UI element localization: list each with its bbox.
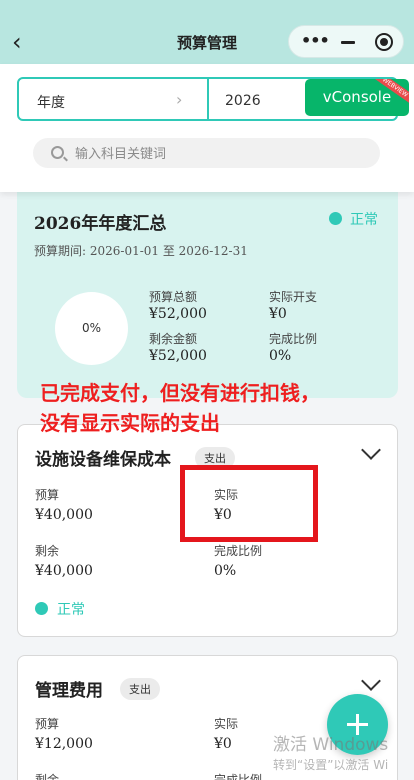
highlight-box — [180, 465, 318, 542]
remaining-label: 剩余金额 — [149, 332, 198, 346]
budget-label: 预算 — [35, 488, 60, 502]
windows-watermark-subtitle: 转到“设置”以激活 Wi — [273, 758, 389, 772]
summary-status: 正常 — [350, 212, 378, 228]
vconsole-button[interactable]: vConsole WEBVIEW — [305, 79, 409, 116]
total-value: ¥52,000 — [149, 306, 207, 322]
completion-ratio-label: 完成比例 — [214, 773, 263, 780]
miniprogram-capsule: ••• — [288, 25, 404, 58]
filter-panel: 年度 › 2026 vConsole WEBVIEW — [0, 64, 414, 192]
annual-summary-card: 2026年年度汇总 正常 预算期间: 2026-01-01 至 2026-12-… — [17, 192, 398, 398]
completion-ratio-label: 完成比例 — [214, 544, 263, 558]
item-title: 设施设备维保成本 — [35, 450, 171, 470]
chevron-down-icon[interactable] — [361, 440, 381, 460]
completion-ratio-value: 0% — [214, 563, 237, 579]
item-title: 管理费用 — [35, 681, 103, 701]
year-type-label[interactable]: 年度 — [37, 92, 65, 112]
status-dot — [329, 212, 342, 225]
remaining-label: 剩余 — [35, 544, 60, 558]
actual-label: 实际 — [214, 717, 239, 731]
year-value-picker[interactable]: 2026 — [225, 93, 261, 109]
remaining-value: ¥52,000 — [149, 348, 207, 364]
remaining-label: 剩余 — [35, 773, 60, 780]
progress-circle: 0% — [55, 292, 128, 365]
type-tag: 支出 — [120, 678, 160, 700]
close-target-icon[interactable] — [375, 33, 393, 51]
remaining-value: ¥40,000 — [35, 563, 93, 579]
minimize-icon[interactable] — [341, 41, 355, 44]
vconsole-label: vConsole — [322, 88, 392, 106]
chevron-right-icon[interactable]: › — [176, 90, 182, 109]
more-icon[interactable]: ••• — [301, 31, 330, 51]
search-input[interactable] — [75, 143, 365, 163]
navbar: ‹ 预算管理 ••• — [0, 0, 414, 66]
budget-value: ¥40,000 — [35, 507, 93, 523]
item-status: 正常 — [57, 602, 85, 618]
completion-ratio-label: 完成比例 — [269, 332, 318, 346]
annotation-line-1: 已完成支付，但没有进行扣钱， — [40, 381, 320, 405]
search-bar[interactable] — [33, 138, 380, 168]
search-icon — [51, 146, 64, 159]
filter-divider — [207, 79, 209, 119]
status-dot — [35, 602, 48, 615]
budget-value: ¥12,000 — [35, 736, 93, 752]
actual-spend-value: ¥0 — [269, 306, 287, 322]
budget-label: 预算 — [35, 717, 60, 731]
summary-title: 2026年年度汇总 — [34, 214, 167, 234]
chevron-down-icon[interactable] — [361, 671, 381, 691]
annotation-line-2: 没有显示实际的支出 — [40, 411, 220, 435]
completion-ratio-value: 0% — [269, 348, 292, 364]
windows-watermark-title: 激活 Windows — [273, 735, 389, 755]
total-label: 预算总额 — [149, 290, 198, 304]
actual-value: ¥0 — [214, 736, 232, 752]
budget-period: 预算期间: 2026-01-01 至 2026-12-31 — [34, 244, 248, 258]
actual-spend-label: 实际开支 — [269, 290, 318, 304]
